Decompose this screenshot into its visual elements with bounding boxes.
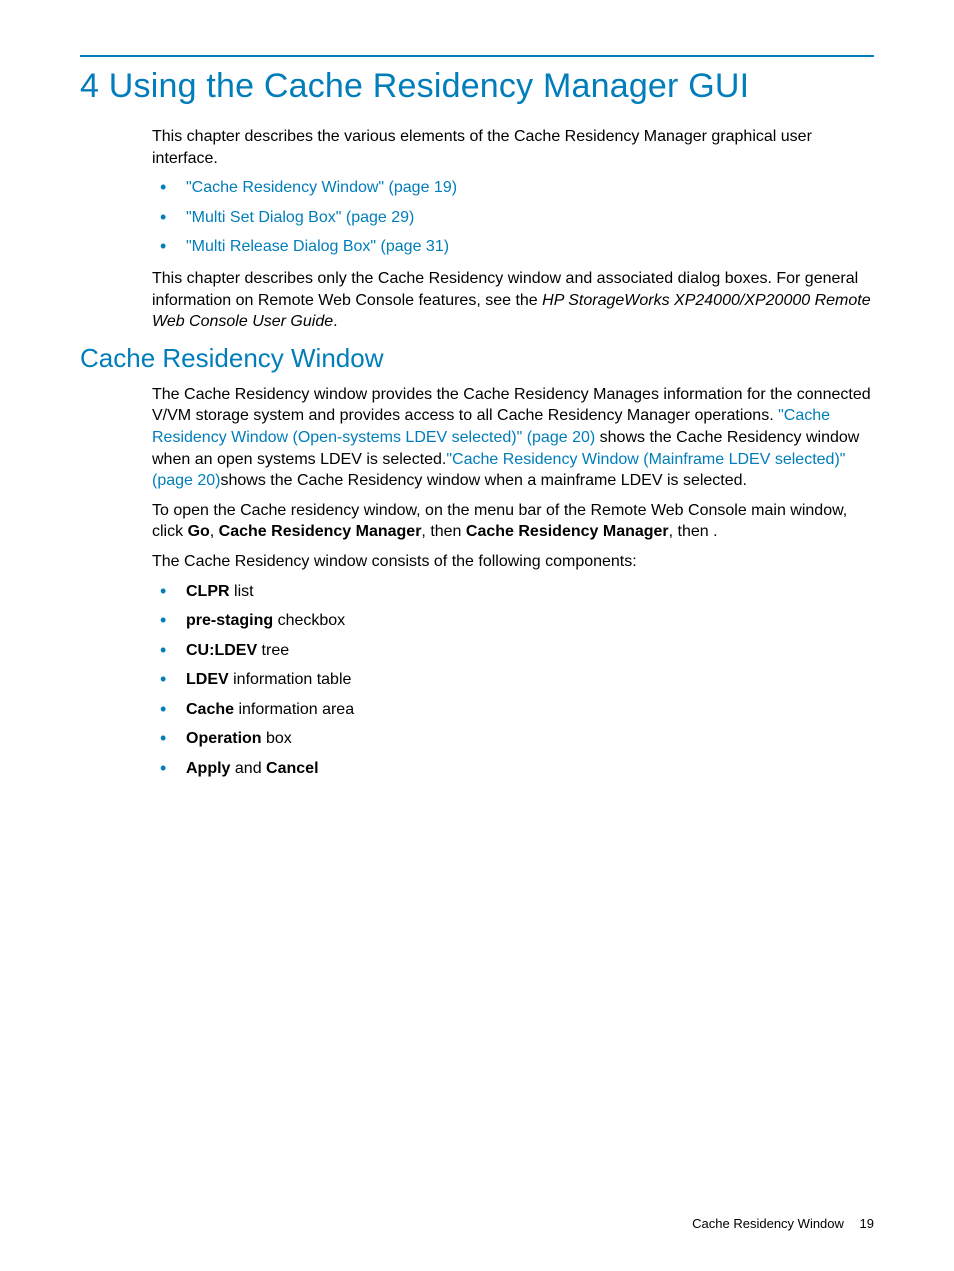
list-item: CLPR list bbox=[152, 581, 874, 603]
list-item: LDEV information table bbox=[152, 669, 874, 691]
note-paragraph: This chapter describes only the Cache Re… bbox=[152, 268, 874, 333]
comp-rest: and bbox=[230, 760, 266, 777]
list-item: pre-staging checkbox bbox=[152, 610, 874, 632]
list-item: CU:LDEV tree bbox=[152, 640, 874, 662]
p1-pre: The Cache Residency window provides the … bbox=[152, 386, 871, 425]
toc-list: "Cache Residency Window" (page 19) "Mult… bbox=[152, 177, 874, 258]
note-post: . bbox=[333, 313, 337, 330]
comp-bold: Apply bbox=[186, 760, 230, 777]
section-body: The Cache Residency window provides the … bbox=[152, 384, 874, 780]
comp-rest: information table bbox=[229, 671, 352, 688]
toc-item: "Cache Residency Window" (page 19) bbox=[152, 177, 874, 199]
page-footer: Cache Residency Window 19 bbox=[692, 1216, 874, 1231]
chapter-title: Using the Cache Residency Manager GUI bbox=[109, 67, 749, 105]
footer-title: Cache Residency Window bbox=[692, 1216, 844, 1231]
comp-bold: Cache bbox=[186, 701, 234, 718]
comp-rest: box bbox=[262, 730, 292, 747]
section-p2: To open the Cache residency window, on t… bbox=[152, 500, 874, 543]
footer-page-number: 19 bbox=[860, 1216, 874, 1231]
p2-sep1: , bbox=[210, 523, 219, 540]
toc-link-multi-set[interactable]: "Multi Set Dialog Box" (page 29) bbox=[186, 209, 414, 226]
p2-post: , then . bbox=[669, 523, 718, 540]
toc-link-multi-release[interactable]: "Multi Release Dialog Box" (page 31) bbox=[186, 238, 449, 255]
p2-bold-crm1: Cache Residency Manager bbox=[219, 523, 422, 540]
p2-bold-go: Go bbox=[188, 523, 210, 540]
intro-block: This chapter describes the various eleme… bbox=[152, 126, 874, 333]
components-list: CLPR list pre-staging checkbox CU:LDEV t… bbox=[152, 581, 874, 780]
toc-item: "Multi Release Dialog Box" (page 31) bbox=[152, 236, 874, 258]
toc-item: "Multi Set Dialog Box" (page 29) bbox=[152, 207, 874, 229]
comp-bold: CU:LDEV bbox=[186, 642, 257, 659]
section-heading: Cache Residency Window bbox=[80, 343, 874, 374]
p2-sep2: , then bbox=[421, 523, 465, 540]
chapter-heading: 4 Using the Cache Residency Manager GUI bbox=[80, 67, 874, 106]
comp-rest: tree bbox=[257, 642, 289, 659]
section-p1: The Cache Residency window provides the … bbox=[152, 384, 874, 492]
list-item: Operation box bbox=[152, 728, 874, 750]
comp-bold2: Cancel bbox=[266, 760, 318, 777]
p1-post: shows the Cache Residency window when a … bbox=[221, 472, 747, 489]
comp-bold: pre-staging bbox=[186, 612, 273, 629]
p2-bold-crm2: Cache Residency Manager bbox=[466, 523, 669, 540]
comp-rest: information area bbox=[234, 701, 354, 718]
comp-rest: list bbox=[230, 583, 254, 600]
chapter-number: 4 bbox=[80, 67, 99, 105]
intro-paragraph: This chapter describes the various eleme… bbox=[152, 126, 874, 169]
comp-rest: checkbox bbox=[273, 612, 345, 629]
comp-bold: Operation bbox=[186, 730, 262, 747]
comp-bold: CLPR bbox=[186, 583, 230, 600]
toc-link-cache-residency-window[interactable]: "Cache Residency Window" (page 19) bbox=[186, 179, 457, 196]
list-item: Apply and Cancel bbox=[152, 758, 874, 780]
top-rule bbox=[80, 55, 874, 57]
section-p3: The Cache Residency window consists of t… bbox=[152, 551, 874, 573]
comp-bold: LDEV bbox=[186, 671, 229, 688]
list-item: Cache information area bbox=[152, 699, 874, 721]
